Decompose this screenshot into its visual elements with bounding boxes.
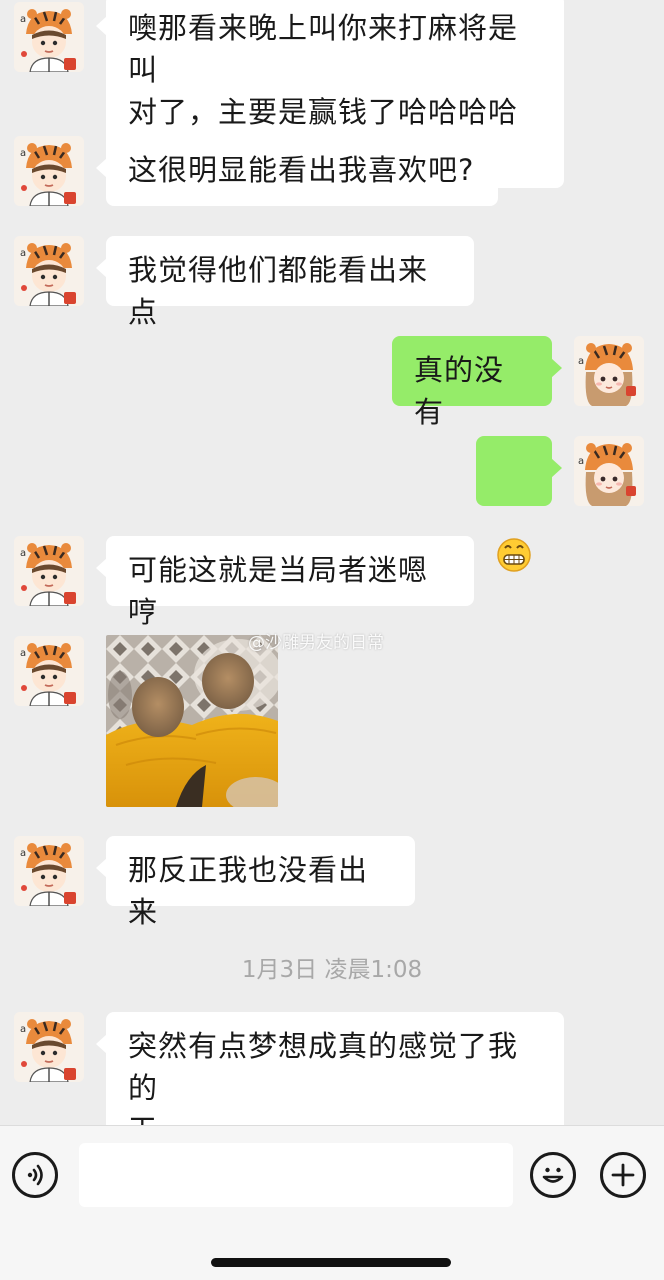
- emoji-icon: [542, 1167, 564, 1183]
- contact-avatar[interactable]: [14, 636, 84, 706]
- grin-emoji-icon: [497, 538, 531, 572]
- message-bubble-incoming[interactable]: 那反正我也没看出来: [96, 836, 415, 929]
- message-bubble-incoming[interactable]: 我觉得他们都能看出来点: [96, 236, 474, 329]
- message-bubble-outgoing-emoji[interactable]: [476, 436, 562, 572]
- emoji-button[interactable]: [530, 1152, 576, 1198]
- contact-avatar[interactable]: [14, 1012, 84, 1082]
- plus-button[interactable]: [600, 1152, 646, 1198]
- watermark: @沙雕男友的日常: [248, 633, 384, 653]
- contact-avatar[interactable]: [14, 236, 84, 306]
- sweater-photo[interactable]: [106, 635, 278, 807]
- contact-avatar[interactable]: [14, 836, 84, 906]
- message-bubble-incoming[interactable]: 突然有点梦想成真的感觉了我的 天: [96, 1012, 564, 1125]
- contact-avatar[interactable]: [14, 2, 84, 72]
- message-bubble-incoming[interactable]: 这很明显能看出我喜欢吧?: [96, 136, 498, 206]
- message-timestamp: 1月3日 凌晨1:08: [241, 957, 423, 983]
- my-avatar[interactable]: [574, 436, 644, 506]
- home-indicator[interactable]: [211, 1258, 451, 1267]
- voice-icon: [27, 1164, 43, 1186]
- message-bubble-incoming[interactable]: 可能这就是当局者迷嗯哼: [96, 536, 474, 629]
- my-avatar[interactable]: [574, 336, 644, 406]
- plus-icon: [611, 1163, 635, 1187]
- voice-button[interactable]: [12, 1152, 58, 1198]
- chat-area[interactable]: 噢那看来晚上叫你来打麻将是叫 对了，主要是赢钱了哈哈哈哈哈 这很明显能看出我喜欢…: [0, 0, 664, 1125]
- contact-avatar[interactable]: [14, 536, 84, 606]
- message-bubble-outgoing[interactable]: 真的没有: [392, 336, 562, 429]
- input-bar: [0, 1125, 664, 1280]
- message-input[interactable]: [79, 1143, 513, 1207]
- contact-avatar[interactable]: [14, 136, 84, 206]
